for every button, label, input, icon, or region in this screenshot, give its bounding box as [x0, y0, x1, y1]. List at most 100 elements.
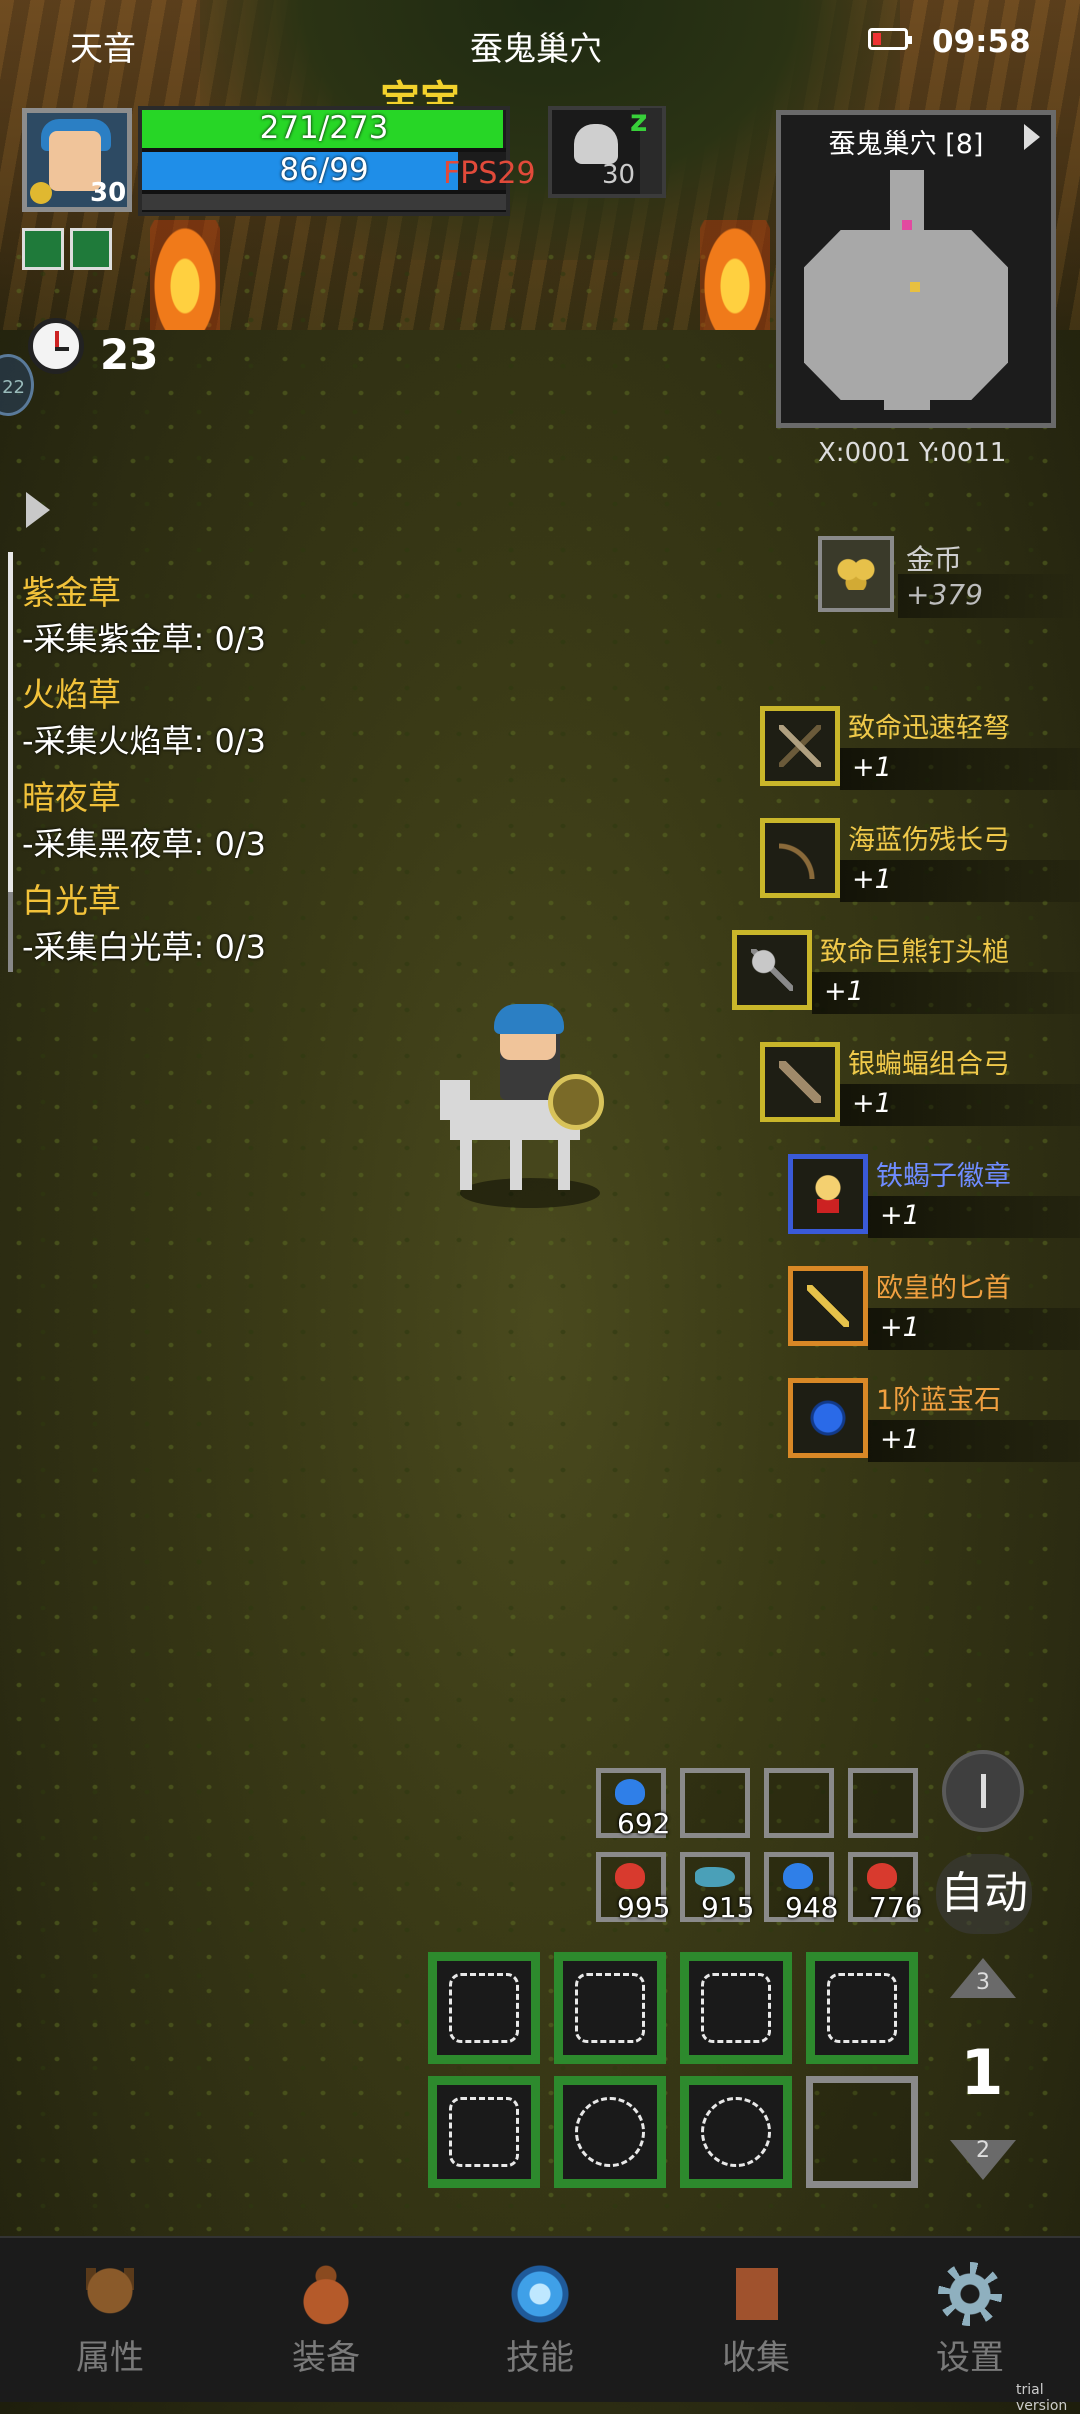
- auto-button[interactable]: 自动: [936, 1854, 1032, 1934]
- watermark: trial version: [1016, 2382, 1068, 2414]
- quest-name[interactable]: 白光草: [22, 874, 121, 922]
- key-icon: [30, 182, 52, 204]
- minimap-corridor: [884, 380, 930, 410]
- skill-vortex-icon[interactable]: [554, 2076, 666, 2188]
- potion-slot[interactable]: 995: [596, 1852, 670, 1924]
- quest-name[interactable]: 暗夜草: [22, 771, 121, 819]
- nav-skills[interactable]: 技能: [470, 2262, 610, 2382]
- quest-task: -采集黑夜草: 0/3: [22, 825, 267, 863]
- fish-slot[interactable]: 915: [680, 1852, 754, 1924]
- potion-count: 776: [869, 1891, 923, 1924]
- gold-amount: +379: [906, 578, 983, 611]
- gold-label: 金币: [906, 543, 963, 576]
- skill-wind-icon[interactable]: [806, 1952, 918, 2064]
- skill-slot-empty[interactable]: [806, 2076, 918, 2188]
- potion-slot[interactable]: 692: [596, 1768, 670, 1840]
- player-character-hair: [494, 1004, 564, 1034]
- page-up-number: 3: [976, 1970, 990, 1995]
- potion-slot-empty[interactable]: [848, 1768, 918, 1838]
- xp-bar: [142, 194, 506, 210]
- nav-label: 装备: [292, 2338, 360, 2378]
- quest-name[interactable]: 紫金草: [22, 566, 121, 614]
- potion-count: 692: [617, 1807, 671, 1840]
- longbow-icon: [760, 818, 840, 898]
- skill-dash-icon[interactable]: [428, 2076, 540, 2188]
- skill-page-current: 1: [960, 2036, 1004, 2109]
- quest-toggle-icon[interactable]: [26, 492, 50, 528]
- loot-name: 欧皇的匕首: [876, 1273, 1011, 1304]
- potion-count: 948: [785, 1891, 839, 1924]
- loot-name: 铁蝎子徽章: [876, 1161, 1011, 1192]
- quest-task: -采集白光草: 0/3: [22, 928, 267, 966]
- loot-count: +1: [824, 976, 864, 1007]
- book-icon: [724, 2262, 788, 2326]
- loot-count: +1: [852, 864, 892, 895]
- nav-settings[interactable]: 设置: [900, 2262, 1040, 2382]
- clock-icon: [28, 318, 84, 374]
- player-coords: X:0001 Y:0011: [818, 438, 1007, 468]
- skill-page-down-button[interactable]: 2: [950, 2138, 1016, 2180]
- loot-count: +1: [880, 1200, 920, 1231]
- minimap-player-marker: [910, 282, 920, 292]
- quest-divider: [8, 552, 13, 892]
- skill-page-up-button[interactable]: 3: [950, 1958, 1016, 1998]
- skill-slash-icon[interactable]: [428, 1952, 540, 2064]
- minimap-title: 蚕鬼巢穴 [8]: [828, 129, 984, 160]
- crystal-icon: [508, 2262, 572, 2326]
- buff-shield-icon[interactable]: [22, 228, 64, 270]
- badge-icon: [788, 1154, 868, 1234]
- quest-task: -采集紫金草: 0/3: [22, 620, 267, 658]
- sleep-icon: z: [630, 104, 648, 139]
- loot-count: +1: [880, 1424, 920, 1455]
- potion-slot[interactable]: 948: [764, 1852, 838, 1924]
- quest-divider: [8, 892, 13, 972]
- potion-slot[interactable]: 776: [848, 1852, 922, 1924]
- loot-count: +1: [852, 1088, 892, 1119]
- loot-name: 1阶蓝宝石: [876, 1385, 1002, 1416]
- skill-shield-icon[interactable]: [680, 2076, 792, 2188]
- helmet-icon: [78, 2262, 142, 2326]
- battery-icon: [868, 28, 912, 50]
- nav-equipment[interactable]: 装备: [256, 2262, 396, 2382]
- quest-task: -采集火焰草: 0/3: [22, 722, 267, 760]
- minimap-room: [804, 230, 1008, 400]
- potion-count: 995: [617, 1891, 671, 1924]
- buff-feather-icon[interactable]: [70, 228, 112, 270]
- shield-icon: [548, 1074, 604, 1130]
- fish-count: 915: [701, 1891, 755, 1924]
- loot-name: 海蓝伤残长弓: [848, 825, 1010, 856]
- player-name: 宝宝: [380, 78, 460, 104]
- loot-name: 致命迅速轻弩: [848, 713, 1010, 744]
- minimap-expand-icon[interactable]: [1024, 124, 1040, 150]
- composite-bow-icon: [760, 1042, 840, 1122]
- skill-burst-icon[interactable]: [680, 1952, 792, 2064]
- bag-icon: [294, 2262, 358, 2326]
- crossbow-icon: [760, 706, 840, 786]
- sapphire-icon: [788, 1378, 868, 1458]
- torch-right: [700, 220, 770, 330]
- player-level: 30: [90, 178, 127, 208]
- page-down-number: 2: [976, 2138, 990, 2163]
- nav-label: 设置: [936, 2338, 1004, 2378]
- loot-count: +1: [880, 1312, 920, 1343]
- timer-value: 23: [100, 330, 159, 379]
- nav-collection[interactable]: 收集: [686, 2262, 826, 2382]
- dagger-icon: [788, 1266, 868, 1346]
- potion-slot-empty[interactable]: [680, 1768, 750, 1838]
- loot-name: 致命巨熊钉头槌: [820, 937, 1009, 968]
- minimap-exit-marker: [902, 220, 912, 230]
- status-carrier: 天音: [70, 29, 136, 68]
- quest-name[interactable]: 火焰草: [22, 668, 121, 716]
- gold-coins-icon: [818, 536, 894, 612]
- loot-count: +1: [852, 752, 892, 783]
- hp-text: 271/273: [259, 110, 389, 146]
- nav-label: 收集: [722, 2338, 790, 2378]
- potion-slot-empty[interactable]: [764, 1768, 834, 1838]
- nav-label: 技能: [506, 2338, 574, 2378]
- mace-icon: [732, 930, 812, 1010]
- skill-strike-icon[interactable]: [554, 1952, 666, 2064]
- nav-attributes[interactable]: 属性: [40, 2262, 180, 2382]
- torch-left: [150, 220, 220, 330]
- status-time: 09:58: [932, 24, 1031, 60]
- pause-button[interactable]: [942, 1750, 1024, 1832]
